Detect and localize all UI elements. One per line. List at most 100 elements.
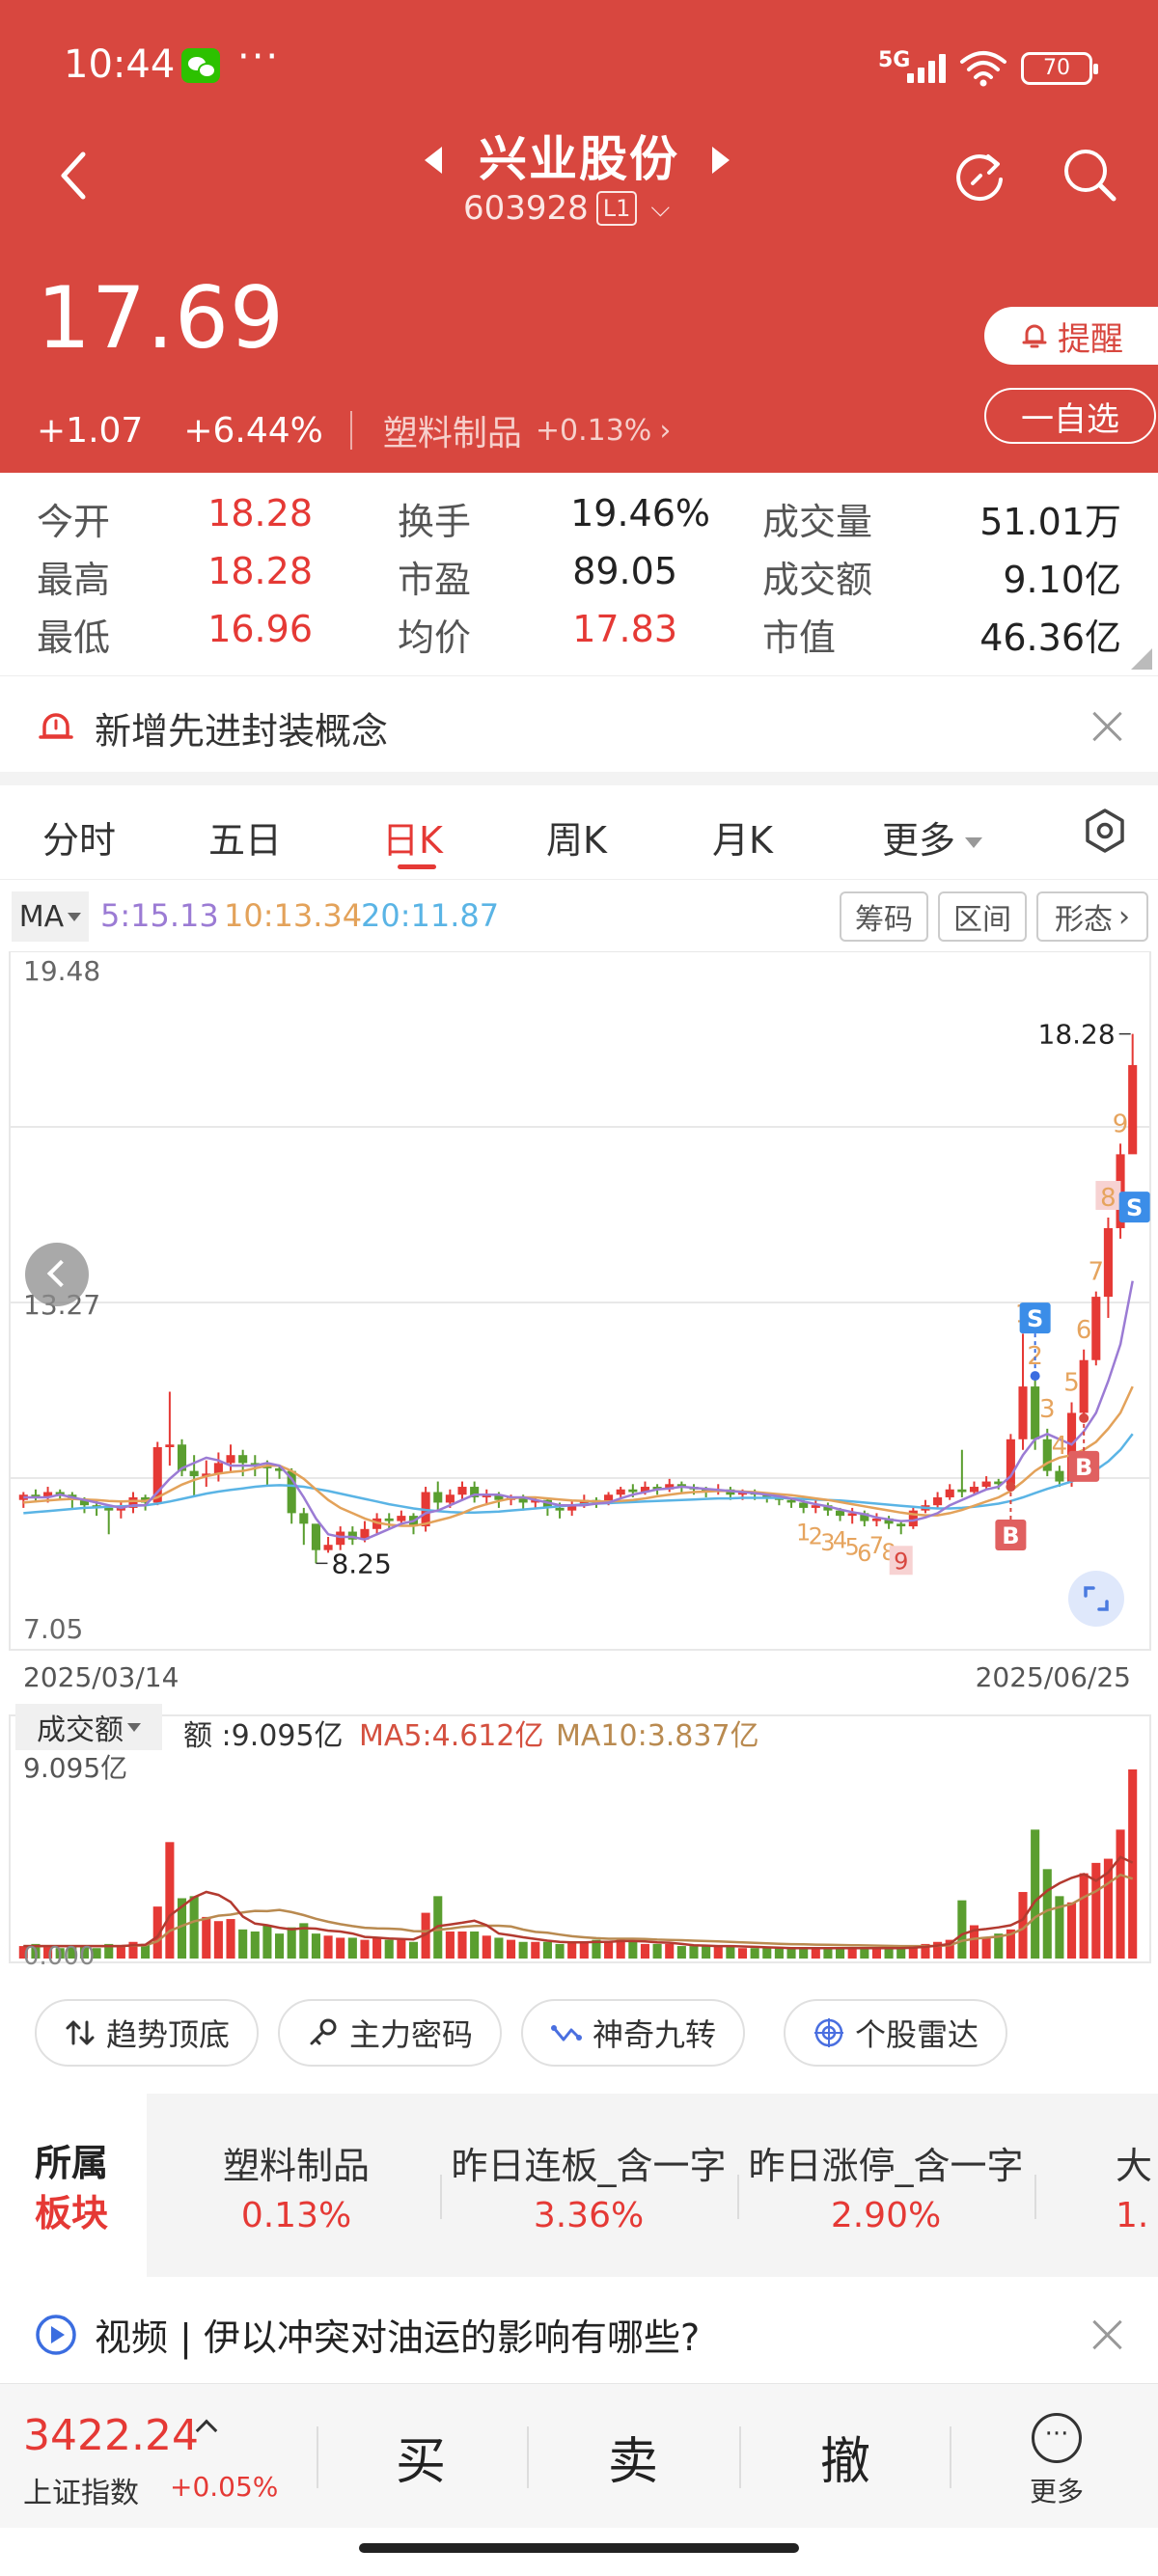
chip-magic-nine[interactable]: 神奇九转	[521, 1999, 745, 2067]
close-icon[interactable]	[1090, 2317, 1125, 2352]
chip-stock-radar[interactable]: 个股雷达	[784, 1999, 1007, 2067]
sector-card[interactable]: 昨日涨停_含一字 2.90%	[741, 2094, 1031, 2277]
volume-selector[interactable]: 成交额	[15, 1704, 162, 1750]
volume-bar	[189, 1896, 199, 1959]
volume-bar	[567, 1941, 577, 1959]
volume-bar	[847, 1948, 857, 1959]
volume-bar	[1042, 1869, 1052, 1959]
divider	[1034, 2175, 1036, 2219]
more-icon	[1032, 2413, 1082, 2463]
buy-signal-label: B	[1002, 1522, 1019, 1549]
tab-intraday[interactable]: 分时	[42, 810, 116, 863]
sector-card-pct: 0.13%	[240, 2196, 352, 2235]
volume-bar	[737, 1948, 748, 1959]
candle-body	[896, 1523, 906, 1527]
interval-button[interactable]: 区间	[938, 891, 1027, 942]
candle-body	[981, 1481, 991, 1488]
alert-label: 提醒	[1058, 319, 1123, 359]
candle-body	[628, 1489, 638, 1493]
fullscreen-button[interactable]	[1068, 1571, 1124, 1627]
scroll-left-button[interactable]	[25, 1243, 89, 1306]
expand-corner-icon[interactable]	[1131, 648, 1152, 670]
volume-bar	[604, 1941, 614, 1959]
candle-body	[1079, 1359, 1089, 1413]
stat-amount-value: 9.10亿	[1003, 559, 1121, 601]
ma-indicator-row: MA 5:15.13 10:13.34 20:11.87 筹码 区间 形态 ›	[0, 886, 1158, 947]
watchlist-button[interactable]: 一自选	[984, 388, 1156, 444]
kline-frame	[9, 951, 1151, 1651]
video-banner[interactable]: 视频 | 伊以冲突对油运的影响有哪些?	[0, 2285, 1158, 2381]
stat-pe-value: 89.05	[572, 550, 677, 592]
sector-name[interactable]: 塑料制品	[383, 405, 522, 455]
volume-max-label: 9.095亿	[23, 1752, 127, 1784]
sector-title-line2: 板块	[35, 2192, 109, 2234]
status-time: 10:44	[64, 42, 176, 87]
high-annotation: 18.28	[1038, 1019, 1116, 1051]
kline-chart[interactable]: 19.48 13.27 7.05 2025/03/14 2025/06/25 1…	[0, 951, 1158, 1984]
search-icon[interactable]	[1060, 145, 1119, 205]
nine-turn-label: 9	[1113, 1110, 1129, 1138]
sector-strip-title: 所属 板块	[35, 2138, 108, 2238]
next-stock-icon[interactable]	[712, 147, 730, 174]
ma-selector[interactable]: MA	[12, 891, 89, 942]
candle-body	[238, 1455, 248, 1464]
tab-more[interactable]: 更多	[882, 810, 983, 863]
sector-card-name: 塑料制品	[222, 2145, 370, 2187]
chip-distribution-button[interactable]: 筹码	[840, 891, 928, 942]
divider	[0, 772, 1158, 785]
candle-body	[457, 1487, 467, 1495]
tab-monthly-k[interactable]: 月K	[712, 810, 773, 863]
stat-low-label: 最低	[37, 617, 111, 659]
pattern-button[interactable]: 形态 ›	[1036, 891, 1148, 942]
candle-body	[555, 1507, 565, 1511]
settings-hexagon-icon[interactable]	[1081, 807, 1129, 855]
sector-card[interactable]: 塑料制品 0.13%	[156, 2094, 436, 2277]
candle-body	[104, 1507, 114, 1511]
close-icon[interactable]	[1090, 709, 1125, 744]
candle-body	[165, 1444, 175, 1447]
refresh-icon[interactable]	[950, 147, 1009, 206]
nine-turn-label: 7	[1089, 1258, 1105, 1287]
tab-weekly-k[interactable]: 周K	[546, 810, 607, 863]
candle-body	[969, 1487, 979, 1493]
bell-icon	[1022, 324, 1047, 348]
stat-low-value: 16.96	[207, 608, 313, 650]
candle-body	[311, 1523, 320, 1550]
concept-news-banner[interactable]: 新增先进封装概念	[0, 675, 1158, 776]
divider	[317, 2426, 318, 2488]
candle-body	[189, 1470, 199, 1477]
candle-body	[1018, 1386, 1028, 1439]
nine-turn-label: 5	[1063, 1368, 1080, 1397]
volume-bar	[360, 1939, 370, 1959]
chip-label: 主力密码	[348, 2016, 473, 2053]
volume-bar	[202, 1916, 211, 1959]
volume-bar	[275, 1933, 285, 1959]
sector-card[interactable]: 大 1.	[1116, 2094, 1158, 2277]
volume-ma10: MA10:3.837亿	[556, 1719, 759, 1753]
sell-signal-label: S	[1027, 1305, 1043, 1332]
wechat-icon	[181, 48, 220, 83]
candle-body	[933, 1496, 943, 1506]
caret-down-icon	[965, 837, 983, 848]
volume-bar	[445, 1931, 455, 1959]
tab-five-day[interactable]: 五日	[208, 810, 282, 863]
volume-bar	[1079, 1873, 1089, 1959]
volume-bar	[287, 1927, 296, 1959]
cancel-order-button[interactable]: 撤	[749, 2384, 942, 2529]
tab-daily-k[interactable]: 日K	[382, 810, 443, 863]
back-icon[interactable]	[50, 147, 98, 205]
home-indicator[interactable]	[359, 2543, 799, 2553]
volume-bar	[408, 1941, 419, 1959]
chip-main-force-code[interactable]: 主力密码	[278, 1999, 502, 2067]
buy-button[interactable]: 买	[324, 2384, 517, 2529]
sector-card[interactable]: 昨日连板_含一字 3.36%	[444, 2094, 733, 2277]
volume-bar	[482, 1935, 491, 1959]
volume-bar	[518, 1941, 528, 1959]
volume-amount: 额 :9.095亿	[183, 1719, 344, 1753]
more-button[interactable]: 更多	[1004, 2413, 1110, 2519]
sell-button[interactable]: 卖	[537, 2384, 730, 2529]
chip-trend-top-bottom[interactable]: 趋势顶底	[35, 1999, 259, 2067]
stock-code-row[interactable]: 603928 L1 ⌵	[463, 189, 670, 228]
alert-button[interactable]: 提醒	[984, 307, 1158, 365]
stat-open-value: 18.28	[207, 492, 313, 534]
